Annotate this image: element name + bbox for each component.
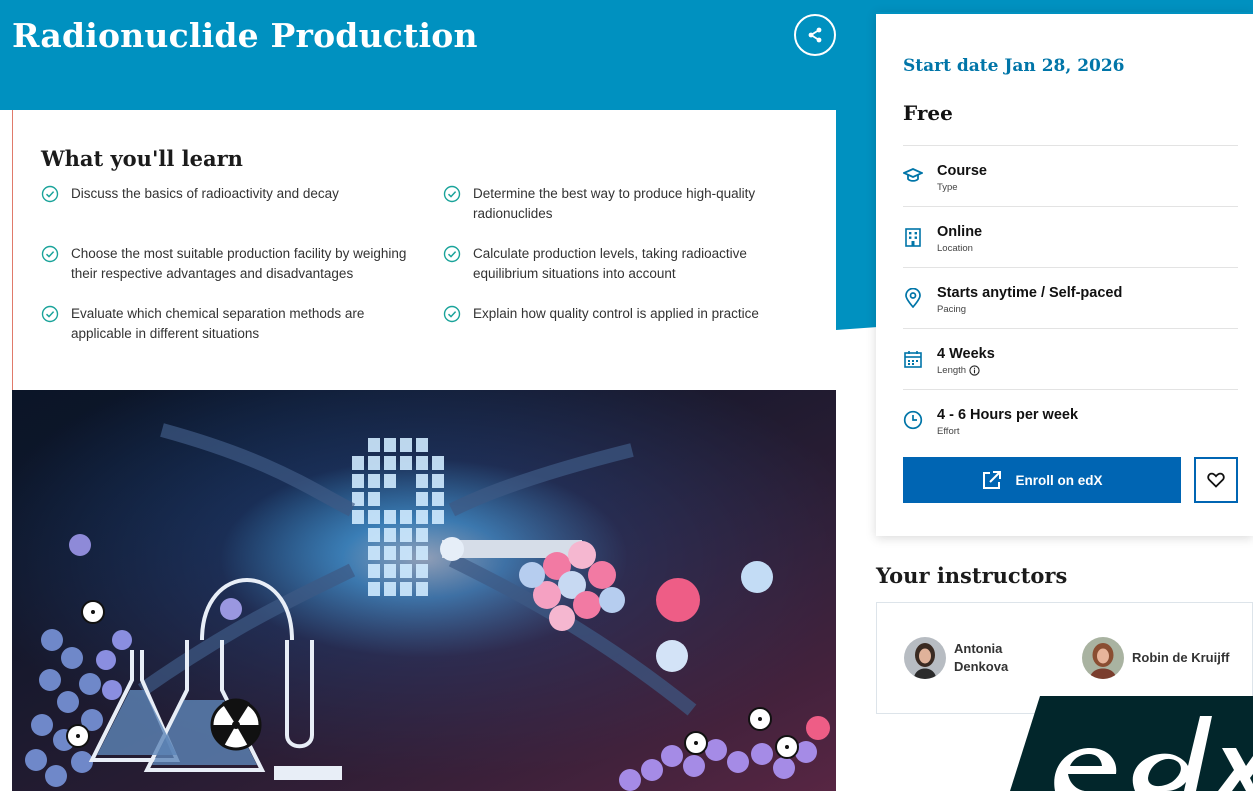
enroll-button-label: Enroll on edX xyxy=(1015,472,1103,488)
learn-item: Determine the best way to produce high-q… xyxy=(443,184,773,224)
instructor-card[interactable]: Antonia Denkova xyxy=(904,637,1008,679)
learn-item-text: Choose the most suitable production faci… xyxy=(71,246,407,281)
calendar-icon xyxy=(904,351,922,368)
course-price: Free xyxy=(903,101,953,125)
check-circle-icon xyxy=(41,305,59,323)
graduation-cap-icon xyxy=(903,168,923,182)
detail-length: 4 Weeks Length xyxy=(903,328,1238,389)
external-link-icon xyxy=(983,471,1002,489)
detail-effort: 4 - 6 Hours per week Effort xyxy=(903,389,1238,450)
check-circle-icon xyxy=(443,245,461,263)
detail-label-row: Length xyxy=(937,365,980,376)
clock-icon xyxy=(903,410,923,430)
learn-item: Choose the most suitable production faci… xyxy=(41,244,411,284)
course-info-card: Start date Jan 28, 2026 Free Course Type… xyxy=(876,12,1253,536)
instructor-card[interactable]: Robin de Kruijff xyxy=(1082,637,1230,679)
learn-item-text: Calculate production levels, taking radi… xyxy=(473,246,747,281)
check-circle-icon xyxy=(41,245,59,263)
learn-item-text: Evaluate which chemical separation metho… xyxy=(71,306,365,341)
detail-value: 4 Weeks xyxy=(937,346,995,362)
share-icon xyxy=(808,27,822,43)
detail-label: Location xyxy=(937,243,973,254)
favorite-button[interactable] xyxy=(1194,457,1238,503)
detail-location: Online Location xyxy=(903,206,1238,267)
course-illustration xyxy=(12,390,836,791)
page-title: Radionuclide Production xyxy=(12,16,478,55)
learn-item-text: Explain how quality control is applied i… xyxy=(473,306,759,321)
instructor-name-line: Denkova xyxy=(954,659,1009,674)
enroll-button[interactable]: Enroll on edX xyxy=(903,457,1181,503)
detail-type: Course Type xyxy=(903,145,1238,206)
detail-label: Pacing xyxy=(937,304,967,315)
detail-value: Online xyxy=(937,224,983,240)
share-button[interactable] xyxy=(794,14,836,56)
instructor-name: Robin de Kruijff xyxy=(1132,650,1230,665)
location-pin-icon xyxy=(905,288,921,308)
learn-item-text: Discuss the basics of radioactivity and … xyxy=(71,186,339,201)
instructor-name-line: Antonia xyxy=(954,641,1003,656)
instructors-heading: Your instructors xyxy=(876,563,1068,588)
learn-heading: What you'll learn xyxy=(41,146,243,171)
learn-item: Explain how quality control is applied i… xyxy=(443,304,783,324)
what-youll-learn-card: What you'll learn Discuss the basics of … xyxy=(12,110,836,390)
detail-pacing: Starts anytime / Self-paced Pacing xyxy=(903,267,1238,328)
detail-value: 4 - 6 Hours per week xyxy=(937,407,1079,423)
edx-logo xyxy=(1010,696,1253,791)
learn-item: Evaluate which chemical separation metho… xyxy=(41,304,401,344)
check-circle-icon xyxy=(41,185,59,203)
info-icon[interactable] xyxy=(969,365,980,376)
building-icon xyxy=(905,228,921,247)
learn-item-text: Determine the best way to produce high-q… xyxy=(473,186,756,221)
start-date: Start date Jan 28, 2026 xyxy=(903,56,1125,76)
check-circle-icon xyxy=(443,305,461,323)
detail-value: Starts anytime / Self-paced xyxy=(937,285,1123,301)
heart-icon xyxy=(1207,472,1225,488)
detail-label: Effort xyxy=(937,426,960,437)
avatar xyxy=(904,637,946,679)
check-circle-icon xyxy=(443,185,461,203)
instructor-name: Antonia Denkova xyxy=(954,640,1008,676)
learn-item: Calculate production levels, taking radi… xyxy=(443,244,773,284)
detail-label: Type xyxy=(937,182,958,193)
learn-item: Discuss the basics of radioactivity and … xyxy=(41,184,401,204)
detail-value: Course xyxy=(937,163,987,179)
detail-label: Length xyxy=(937,365,967,376)
avatar xyxy=(1082,637,1124,679)
